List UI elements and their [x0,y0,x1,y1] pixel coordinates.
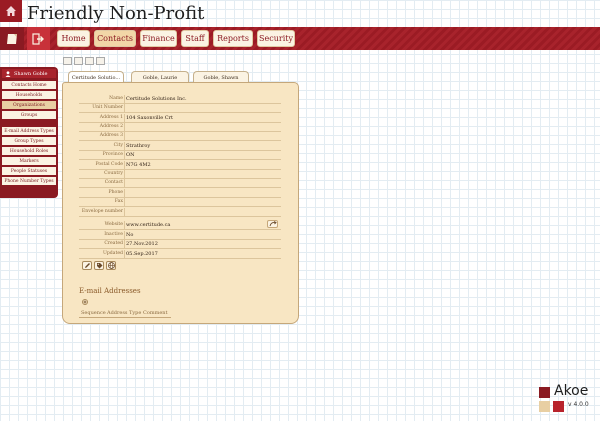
field-phone: Phone [79,189,281,198]
nav-staff[interactable]: Staff [181,30,209,47]
field-label: Phone [108,190,124,195]
field-province: Province ON [79,151,281,160]
note-icon [7,33,17,44]
field-website: Website www.certitude.ca [79,221,281,230]
col-address: Address [107,310,128,316]
nav-security[interactable]: Security [257,30,295,47]
field-value: 27.Nov.2012 [126,241,158,247]
logo-square [553,401,564,412]
field-unit-number: Unit Number [79,104,281,113]
user-indicator: Shawn Goble [2,69,56,78]
field-name: Name Certitude Solutions Inc. [79,95,281,104]
sidebar-item-organizations[interactable]: Organizations [2,101,56,109]
email-table-divider [79,317,171,318]
list-view-icon[interactable] [63,57,72,65]
tag-button[interactable] [94,261,104,270]
add-email-button[interactable] [82,299,88,305]
field-label: Updated [103,251,123,256]
field-address-2: Address 2 [79,123,281,132]
globe-button[interactable] [106,261,116,270]
field-value[interactable]: 104 Saxonville Crt [126,115,173,121]
nav-finance[interactable]: Finance [140,30,177,47]
email-section-title: E-mail Addresses [79,287,141,295]
field-label: Country [104,171,123,176]
add-icon [83,300,87,304]
user-icon [5,70,11,77]
tag-icon [96,263,102,269]
field-postal-code: Postal Code N7G 4M2 [79,161,281,170]
search-icon[interactable] [96,57,105,65]
logo-square [539,401,550,412]
field-label: Created [104,241,123,246]
field-address-3: Address 3 [79,132,281,141]
field-address-1: Address 1 104 Saxonville Crt [79,114,281,123]
sidebar-item-group-types[interactable]: Group Types [2,137,56,145]
field-label: Postal Code [95,162,123,167]
col-type: Type [129,310,142,316]
field-label: Name [109,96,123,101]
field-inactive: Inactive No [79,231,281,240]
field-city: City Strathroy [79,142,281,151]
field-label: Contact [104,180,123,185]
field-label: Envelope number [81,209,123,214]
nav-contacts[interactable]: Contacts [94,30,136,47]
logout-button[interactable] [27,27,50,50]
card-view-icon[interactable] [85,57,94,65]
field-value[interactable]: www.certitude.ca [126,222,170,228]
field-value: 05.Sep.2017 [126,251,158,257]
field-fax: Fax [79,198,281,207]
field-label: Address 3 [99,133,123,138]
sidebar-item-households[interactable]: Households [2,91,56,99]
field-value[interactable]: Strathroy [126,143,150,149]
brand-version: v 4.0.0 [568,401,589,408]
field-created: Created 27.Nov.2012 [79,240,281,249]
user-name: Shawn Goble [14,70,48,77]
notes-button[interactable] [0,27,24,50]
sidebar-item-email-address-types[interactable]: E-mail Address Types [2,127,56,135]
col-sequence: Sequence [81,310,106,316]
home-icon [6,6,16,16]
field-value[interactable]: ON [126,152,134,158]
nav-reports[interactable]: Reports [213,30,253,47]
brand-name: Akoe [554,383,589,399]
field-value[interactable]: Certitude Solutions Inc. [126,96,187,102]
grid-view-icon[interactable] [74,57,83,65]
sidebar-item-household-roles[interactable]: Household Roles [2,147,56,155]
field-label: Address 2 [99,124,123,129]
logo-square [539,387,550,398]
field-label: City [113,143,123,148]
field-envelope-number: Envelope number [79,208,281,217]
field-country: Country [79,170,281,179]
globe-icon [107,262,115,269]
sidebar-item-markers[interactable]: Markers [2,157,56,165]
field-value[interactable]: N7G 4M2 [126,162,151,168]
field-value[interactable]: No [126,232,133,238]
field-label: Fax [114,199,123,204]
field-label: Unit Number [92,105,123,110]
sidebar-item-contacts-home[interactable]: Contacts Home [2,81,56,89]
sidebar-item-phone-number-types[interactable]: Phone Number Types [2,177,56,185]
edit-button[interactable] [82,261,92,270]
nav-home[interactable]: Home [57,30,90,47]
link-icon [269,221,277,227]
app-title: Friendly Non-Profit [27,3,205,24]
nav-bar [0,27,600,50]
home-button[interactable] [0,0,22,22]
edit-icon [84,263,90,268]
sidebar-item-people-statuses[interactable]: People Statuses [2,167,56,175]
field-contact: Contact [79,179,281,188]
field-label: Address 1 [99,115,123,120]
field-label: Inactive [104,232,123,237]
field-updated: Updated 05.Sep.2017 [79,250,281,259]
field-label: Website [104,222,123,227]
exit-icon [32,32,44,45]
open-website-button[interactable] [267,220,278,228]
sidebar-item-groups[interactable]: Groups [2,111,56,119]
field-label: Province [102,152,123,157]
col-comment: Comment [143,310,168,316]
